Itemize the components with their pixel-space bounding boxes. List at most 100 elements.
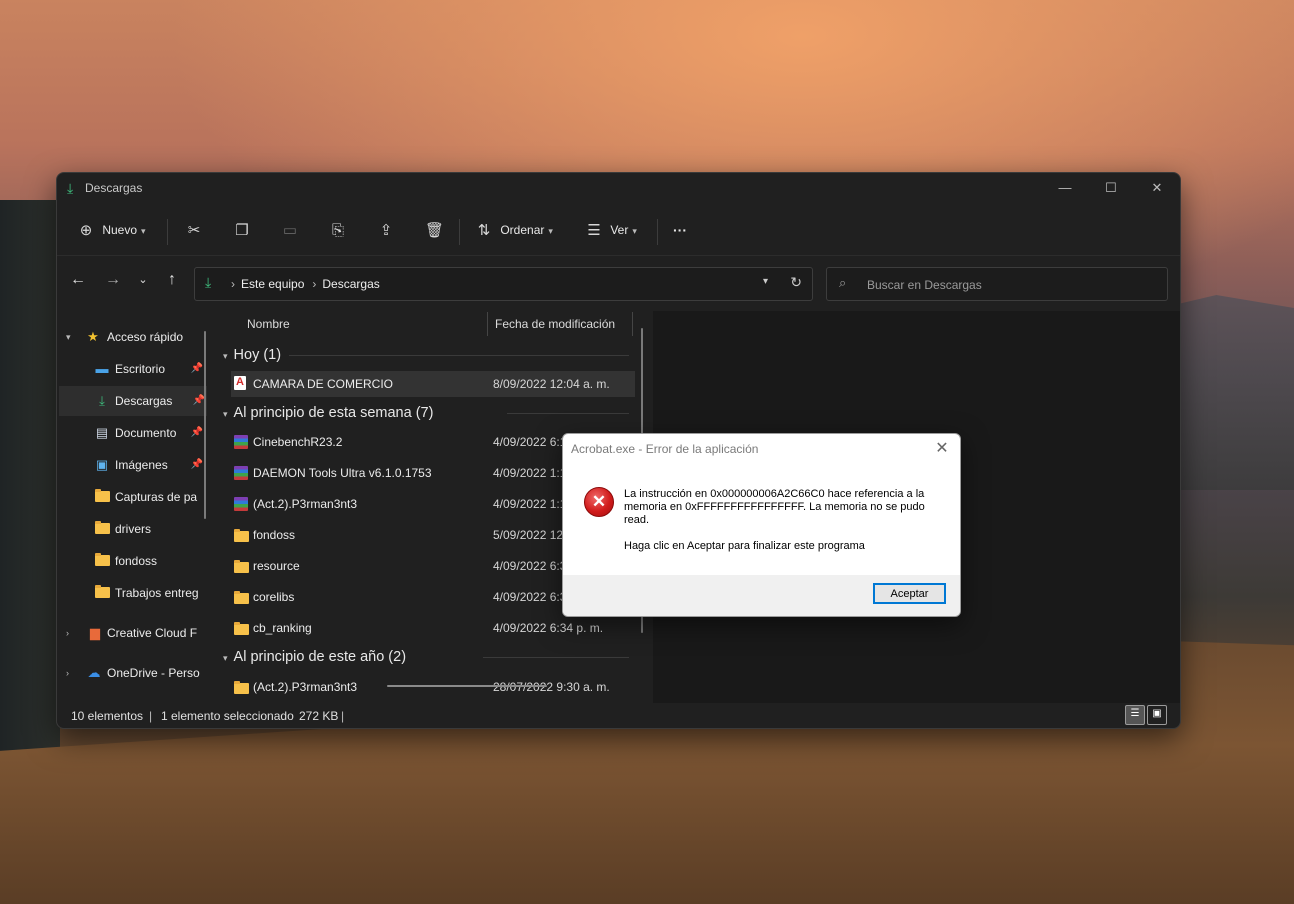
delete-button[interactable]: 🗑 bbox=[425, 219, 444, 241]
sidebar-item-label: Escritorio bbox=[115, 362, 166, 376]
toolbar-separator bbox=[459, 219, 460, 245]
file-date: 4/09/2022 1:1 bbox=[493, 497, 567, 511]
file-date: 4/09/2022 6:34 p. m. bbox=[493, 621, 604, 635]
breadcrumb-this-pc[interactable]: Este equipo bbox=[241, 277, 304, 291]
window-title: Descargas bbox=[85, 181, 143, 195]
column-separator[interactable] bbox=[487, 312, 488, 336]
dialog-instruction: Haga clic en Aceptar para finalizar este… bbox=[624, 540, 865, 552]
share-icon: ⇪ bbox=[379, 221, 393, 239]
file-name: CAMARA DE COMERCIO bbox=[253, 377, 394, 391]
sidebar-item-downloads[interactable]: ⤓ Descargas 📌 bbox=[59, 386, 207, 416]
download-icon: ⤓ bbox=[205, 274, 212, 290]
large-icons-view-icon[interactable]: ▣ bbox=[1147, 705, 1167, 725]
sidebar-item-creative-cloud[interactable]: › ▆ Creative Cloud F bbox=[57, 618, 207, 648]
pin-icon: 📌 bbox=[190, 459, 203, 470]
dialog-close-icon[interactable]: ✕ bbox=[932, 438, 952, 458]
address-history-chevron-icon[interactable]: ▾ bbox=[763, 276, 768, 287]
breadcrumb-downloads[interactable]: Descargas bbox=[322, 277, 379, 291]
more-options-button[interactable]: ··· bbox=[673, 219, 687, 241]
file-date: 28/07/2022 9:30 a. m. bbox=[493, 680, 610, 694]
maximize-button[interactable]: ☐ bbox=[1088, 173, 1134, 203]
accept-button[interactable]: Aceptar bbox=[873, 583, 946, 604]
search-box[interactable]: ⌕ bbox=[826, 267, 1168, 301]
chevron-right-icon: › bbox=[66, 628, 69, 638]
sidebar-item-label: Descargas bbox=[115, 394, 173, 408]
details-view-icon[interactable]: ☰ bbox=[1125, 705, 1145, 725]
navigation-pane: ▾ ★ Acceso rápido ▬ Escritorio 📌 ⤓ Desca… bbox=[57, 310, 207, 702]
sidebar-scrollbar[interactable] bbox=[204, 331, 206, 519]
list-view-icon: ☰ bbox=[587, 221, 601, 239]
sort-icon: ⇅ bbox=[477, 221, 491, 239]
file-name: cb_ranking bbox=[253, 621, 312, 635]
dialog-message: La instrucción en 0x000000006A2C66C0 hac… bbox=[624, 488, 925, 526]
file-date: 5/09/2022 12 bbox=[493, 528, 564, 542]
copy-button[interactable]: ❐ bbox=[233, 219, 251, 241]
search-input[interactable] bbox=[865, 275, 1149, 295]
column-header-date[interactable]: Fecha de modificación bbox=[495, 310, 615, 338]
sort-button[interactable]: ⇅ Ordenar ▾ bbox=[475, 219, 553, 241]
sidebar-item-fondoss[interactable]: fondoss bbox=[57, 546, 207, 576]
sidebar-item-desktop[interactable]: ▬ Escritorio 📌 bbox=[57, 354, 207, 384]
chevron-down-icon: ▾ bbox=[141, 226, 146, 236]
column-header-name[interactable]: Nombre bbox=[247, 310, 290, 338]
close-window-button[interactable]: ✕ bbox=[1134, 173, 1180, 203]
folder-icon bbox=[94, 482, 110, 513]
file-name: fondoss bbox=[253, 528, 296, 542]
archive-file-icon bbox=[234, 460, 250, 489]
chevron-down-icon: ▾ bbox=[66, 332, 71, 342]
address-bar[interactable]: ⤓ › Este equipo › Descargas ▾ ↻ bbox=[194, 267, 813, 301]
up-arrow-icon[interactable]: ↑ bbox=[160, 268, 184, 292]
creative-cloud-icon: ▆ bbox=[90, 625, 100, 640]
sort-label: Ordenar bbox=[500, 223, 545, 237]
column-separator[interactable] bbox=[632, 312, 633, 336]
sidebar-item-label: fondoss bbox=[115, 554, 158, 568]
group-header-this-week[interactable]: ▾ Al principio de esta semana (7) bbox=[215, 401, 433, 425]
status-size: 272 KB bbox=[299, 709, 339, 723]
sidebar-item-trabajos[interactable]: Trabajos entreg bbox=[57, 578, 207, 608]
download-icon: ⤓ bbox=[67, 180, 74, 196]
file-row[interactable]: CAMARA DE COMERCIO 8/09/2022 12:04 a. m. bbox=[231, 369, 635, 397]
sidebar-item-documents[interactable]: ▤ Documento 📌 bbox=[57, 418, 207, 448]
group-header-this-year[interactable]: ▾ Al principio de este año (2) bbox=[215, 645, 406, 669]
cut-button[interactable]: ✂ bbox=[185, 219, 203, 241]
file-list-horizontal-scrollbar[interactable] bbox=[387, 685, 547, 687]
sidebar-item-quick-access[interactable]: ▾ ★ Acceso rápido bbox=[57, 322, 207, 352]
file-row[interactable]: cb_ranking 4/09/2022 6:34 p. m. bbox=[231, 615, 635, 641]
sidebar-item-pictures[interactable]: ▣ Imágenes 📌 bbox=[57, 450, 207, 480]
sidebar-item-label: Acceso rápido bbox=[107, 330, 184, 344]
copy-icon: ❐ bbox=[235, 221, 249, 239]
sidebar-item-screenshots[interactable]: Capturas de pa bbox=[57, 482, 207, 512]
view-button[interactable]: ☰ Ver ▾ bbox=[585, 219, 637, 241]
image-icon: ▣ bbox=[95, 457, 109, 472]
folder-icon bbox=[234, 584, 250, 613]
file-date: 8/09/2022 12:04 a. m. bbox=[493, 377, 610, 391]
sidebar-item-label: Creative Cloud F bbox=[107, 626, 198, 640]
sidebar-item-drivers[interactable]: drivers bbox=[57, 514, 207, 544]
group-label: Al principio de esta semana (7) bbox=[233, 405, 434, 421]
error-dialog: Acrobat.exe - Error de la aplicación ✕ ✕… bbox=[562, 433, 961, 617]
file-row[interactable]: (Act.2).P3rman3nt3 28/07/2022 9:30 a. m. bbox=[231, 674, 635, 700]
view-label: Ver bbox=[610, 223, 629, 237]
sidebar-item-onedrive[interactable]: › ☁ OneDrive - Perso bbox=[57, 658, 207, 688]
sidebar-item-label: Documento bbox=[115, 426, 177, 440]
sidebar-item-label: Trabajos entreg bbox=[115, 586, 199, 600]
folder-icon bbox=[94, 578, 110, 609]
group-divider bbox=[483, 657, 629, 658]
share-button[interactable]: ⇪ bbox=[377, 219, 395, 241]
desktop-icon: ▬ bbox=[95, 361, 109, 376]
new-button[interactable]: ⊕ Nuevo ▾ bbox=[77, 219, 146, 241]
file-date: 4/09/2022 6:3 bbox=[493, 590, 567, 604]
group-divider bbox=[507, 413, 629, 414]
refresh-icon[interactable]: ↻ bbox=[790, 274, 802, 291]
clipboard-icon: ▭ bbox=[282, 221, 298, 239]
sidebar-item-label: Imágenes bbox=[115, 458, 168, 472]
recent-locations-chevron-icon[interactable]: ⌄ bbox=[131, 268, 155, 292]
group-header-today[interactable]: ▾ Hoy (1) bbox=[215, 343, 281, 367]
file-date: 4/09/2022 1:1 bbox=[493, 466, 567, 480]
paste-button[interactable]: ▭ bbox=[281, 219, 299, 241]
forward-arrow-icon[interactable]: → bbox=[101, 268, 125, 292]
rename-button[interactable]: ⎘ bbox=[329, 219, 347, 241]
minimize-button[interactable]: — bbox=[1042, 173, 1088, 203]
back-arrow-icon[interactable]: ← bbox=[66, 268, 90, 292]
title-bar[interactable]: ⤓ Descargas — ☐ ✕ bbox=[57, 173, 1180, 203]
